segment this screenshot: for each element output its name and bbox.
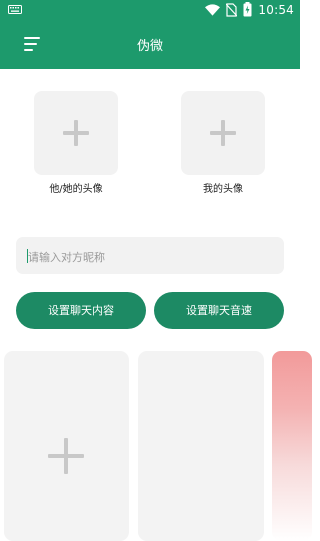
wifi-icon (205, 3, 221, 16)
set-chat-sound-button[interactable]: 设置聊天音速 (154, 292, 284, 329)
my-avatar-label: 我的头像 (203, 184, 243, 195)
plus-icon (63, 120, 89, 146)
nickname-input[interactable]: 请输入对方昵称 (16, 237, 284, 274)
status-bar: 10:54 (0, 0, 300, 20)
chat-card-red[interactable] (272, 351, 312, 541)
other-avatar-upload[interactable] (34, 91, 118, 175)
app-bar: 伪微 (0, 20, 300, 69)
page-title: 伪微 (136, 39, 163, 54)
plus-icon (48, 438, 84, 474)
add-chat-card[interactable] (4, 351, 129, 541)
set-chat-content-button[interactable]: 设置聊天内容 (16, 292, 146, 329)
plus-icon (210, 120, 236, 146)
status-time: 10:54 (258, 2, 294, 17)
other-avatar-label: 他/她的头像 (49, 184, 103, 195)
sim-off-icon (226, 2, 238, 17)
chat-card-blank[interactable] (138, 351, 264, 541)
my-avatar-upload[interactable] (181, 91, 265, 175)
keyboard-icon (8, 5, 22, 14)
nickname-placeholder: 请输入对方昵称 (28, 251, 105, 264)
battery-charging-icon (243, 2, 252, 17)
